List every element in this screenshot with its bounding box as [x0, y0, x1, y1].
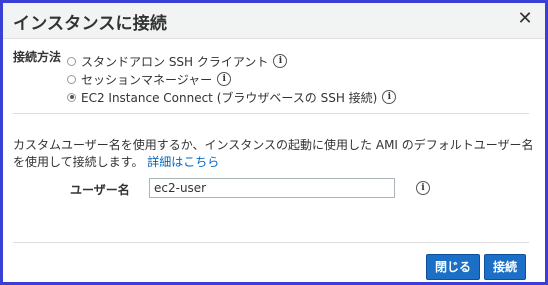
info-icon[interactable]: i	[273, 54, 288, 68]
dialog-header: インスタンスに接続 ✕	[3, 3, 545, 39]
divider	[13, 242, 529, 243]
description-body: カスタムユーザー名を使用するか、インスタンスの起動に使用した AMI のデフォル…	[13, 138, 534, 169]
option-label: EC2 Instance Connect (ブラウザベースの SSH 接続)	[81, 90, 378, 105]
connect-dialog: インスタンスに接続 ✕ 接続方法 スタンドアロン SSH クライアント i セッ…	[3, 3, 545, 282]
connection-method-label: 接続方法	[13, 50, 62, 64]
radio-session-manager[interactable]	[67, 74, 76, 84]
option-session-manager[interactable]: セッションマネージャー i	[67, 71, 232, 87]
info-icon[interactable]: i	[382, 90, 397, 104]
username-label: ユーザー名	[70, 183, 130, 197]
option-ec2-instance-connect[interactable]: EC2 Instance Connect (ブラウザベースの SSH 接続) i	[67, 89, 397, 105]
close-button[interactable]: 閉じる	[426, 254, 481, 280]
description-text: カスタムユーザー名を使用するか、インスタンスの起動に使用した AMI のデフォル…	[13, 137, 535, 171]
close-icon[interactable]: ✕	[515, 9, 535, 29]
learn-more-link[interactable]: 詳細はこちら	[147, 155, 219, 169]
divider	[13, 113, 529, 114]
option-standalone-ssh[interactable]: スタンドアロン SSH クライアント i	[67, 53, 288, 69]
info-icon[interactable]: i	[217, 72, 232, 86]
option-label: スタンドアロン SSH クライアント	[81, 54, 269, 69]
option-label: セッションマネージャー	[81, 72, 213, 87]
username-input[interactable]	[149, 178, 395, 198]
connect-button[interactable]: 接続	[484, 254, 527, 280]
dialog-title: インスタンスに接続	[13, 14, 168, 34]
radio-standalone-ssh[interactable]	[67, 56, 76, 66]
radio-ec2-instance-connect[interactable]	[67, 92, 76, 102]
info-icon[interactable]: i	[416, 181, 430, 195]
